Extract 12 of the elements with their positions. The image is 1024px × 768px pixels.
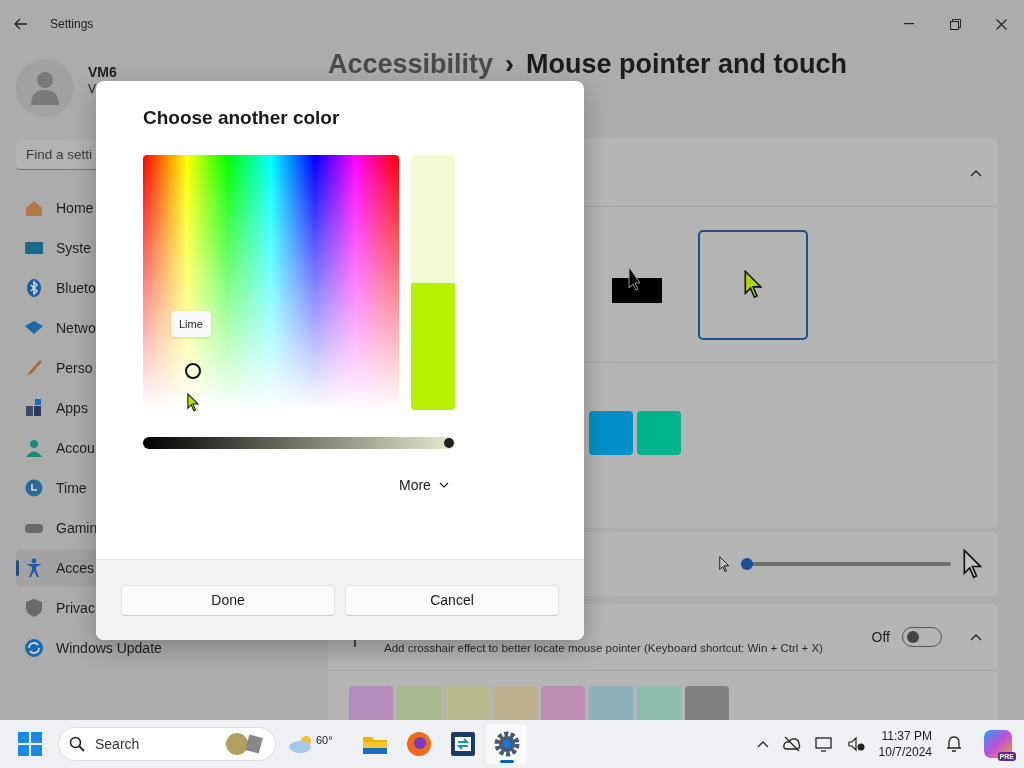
temperature: 60° bbox=[316, 734, 333, 746]
color-tooltip: Lime bbox=[171, 311, 211, 337]
breadcrumb-separator: › bbox=[505, 50, 515, 78]
page-title: Mouse pointer and touch bbox=[526, 50, 848, 78]
account-subtitle: V bbox=[88, 82, 97, 96]
dialog-title: Choose another color bbox=[143, 107, 341, 129]
toggle-state-label: Off bbox=[871, 629, 890, 645]
clock-time: 11:37 PM bbox=[881, 729, 932, 743]
crosshair-description: Add crosshair effect to better locate mouse pointer (Keyboard shortcut: Win + Ctrl + X) bbox=[384, 642, 823, 654]
clock-date: 10/7/2024 bbox=[878, 745, 932, 759]
account-name: VM6 bbox=[88, 64, 117, 80]
window-title: Settings bbox=[50, 17, 94, 31]
